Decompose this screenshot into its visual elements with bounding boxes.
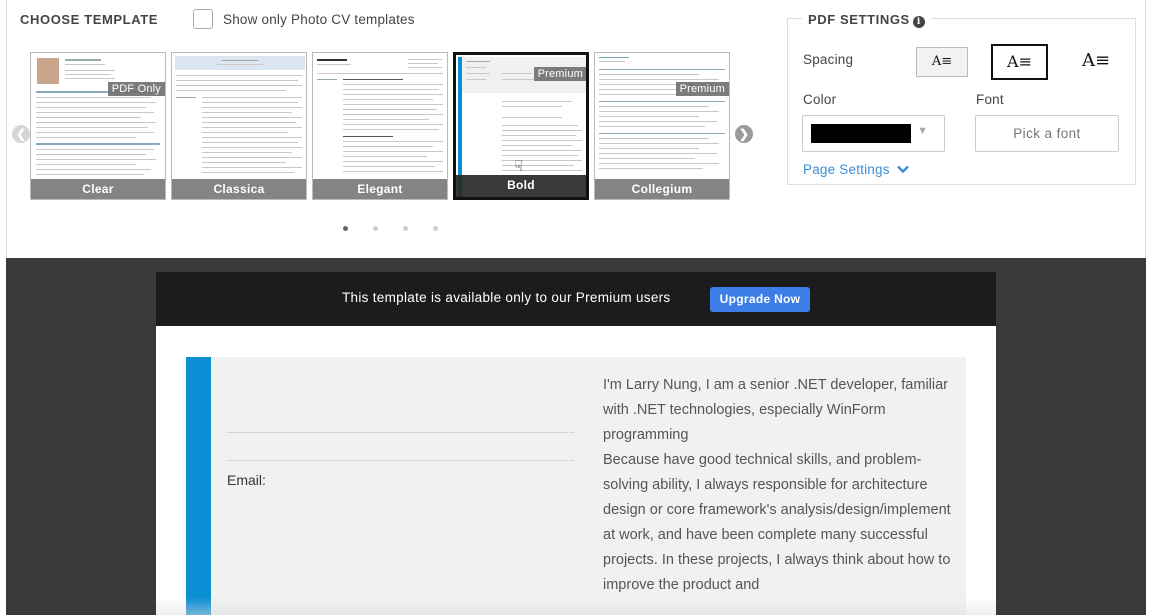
spacing-wide-icon[interactable]: A≡: [1070, 47, 1122, 77]
template-name: Bold: [456, 175, 586, 197]
spacing-compact-icon[interactable]: A≡: [916, 47, 968, 77]
pick-font-button[interactable]: Pick a font: [975, 115, 1119, 152]
pdf-settings-title: PDF SETTINGS i: [802, 12, 931, 28]
page-dot[interactable]: [433, 226, 438, 231]
pdf-settings-box: [787, 18, 1136, 185]
color-select[interactable]: ▼: [802, 115, 945, 152]
page-settings-link[interactable]: Page Settings: [803, 162, 909, 177]
premium-banner: This template is available only to our P…: [156, 272, 996, 326]
template-bold[interactable]: Premium ☟ Bold: [453, 52, 589, 200]
chevron-down-icon: [896, 165, 909, 174]
template-collegium[interactable]: Premium Collegium: [594, 52, 730, 200]
template-name: Collegium: [595, 179, 729, 199]
photo-cv-checkbox[interactable]: [193, 9, 213, 29]
photo-cv-label[interactable]: Show only Photo CV templates: [223, 12, 415, 27]
template-elegant[interactable]: Elegant: [312, 52, 448, 200]
template-header-band: [175, 56, 305, 70]
summary-paragraph: Because have good technical skills, and …: [603, 452, 951, 593]
page-dot[interactable]: [343, 226, 348, 231]
premium-banner-text: This template is available only to our P…: [342, 290, 671, 305]
template-badge: Premium: [675, 82, 729, 96]
email-label: Email:: [227, 472, 266, 488]
color-label: Color: [803, 92, 837, 107]
template-classica[interactable]: Classica: [171, 52, 307, 200]
template-name: Classica: [172, 179, 306, 199]
cv-accent-bar: [186, 357, 211, 615]
template-badge: Premium: [533, 67, 586, 81]
font-label: Font: [976, 92, 1004, 107]
color-swatch: [811, 124, 911, 143]
template-badge: PDF Only: [107, 82, 165, 96]
cv-preview-page: Email: I'm Larry Nung, I am a senior .NE…: [156, 326, 996, 615]
preview-area: This template is available only to our P…: [6, 258, 1146, 615]
hand-cursor-icon: ☟: [514, 158, 524, 175]
cv-summary: I'm Larry Nung, I am a senior .NET devel…: [603, 373, 958, 598]
page-dot[interactable]: [373, 226, 378, 231]
divider: [227, 432, 574, 433]
template-name: Clear: [31, 179, 165, 199]
spacing-normal-icon[interactable]: A≡: [991, 44, 1048, 80]
dropdown-caret-icon: ▼: [917, 125, 928, 137]
template-name: Elegant: [313, 179, 447, 199]
page-dot[interactable]: [403, 226, 408, 231]
page-fade: [156, 597, 996, 615]
carousel-next-icon[interactable]: ❯: [735, 125, 753, 143]
info-icon[interactable]: i: [912, 16, 925, 28]
divider: [227, 460, 574, 461]
spacing-label: Spacing: [803, 52, 854, 67]
carousel-prev-icon[interactable]: ❮: [12, 125, 30, 143]
template-photo: [37, 58, 59, 84]
template-panel: CHOOSE TEMPLATE Show only Photo CV templ…: [6, 0, 1146, 258]
summary-paragraph: I'm Larry Nung, I am a senior .NET devel…: [603, 377, 948, 443]
template-clear[interactable]: PDF Only Clear: [30, 52, 166, 200]
choose-template-title: CHOOSE TEMPLATE: [20, 12, 159, 27]
upgrade-now-button[interactable]: Upgrade Now: [710, 287, 810, 312]
